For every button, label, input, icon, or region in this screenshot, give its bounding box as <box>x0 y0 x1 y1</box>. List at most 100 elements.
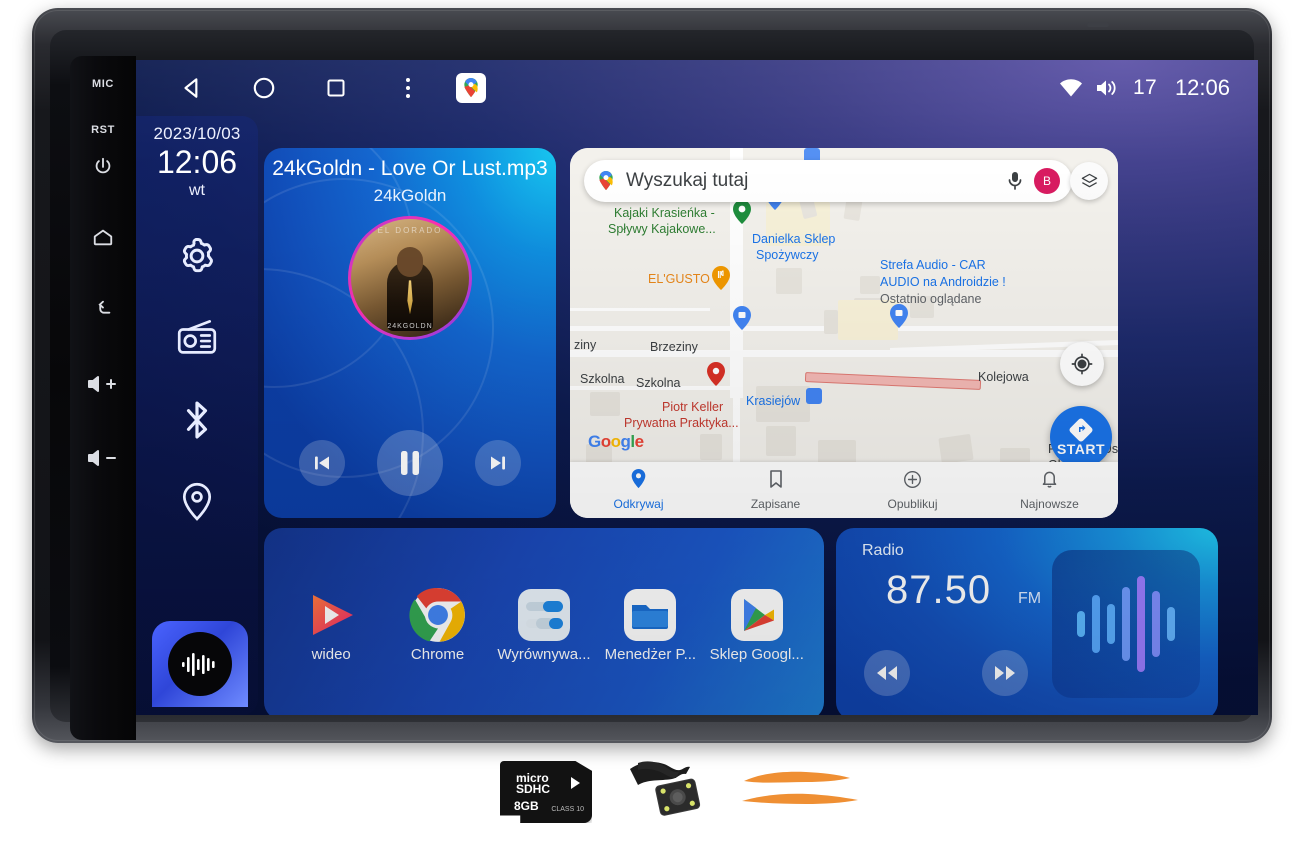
map-station-badge[interactable] <box>806 388 822 404</box>
dock-item-navigation[interactable] <box>171 476 223 528</box>
maps-shortcut-button[interactable] <box>456 73 486 103</box>
chrome-icon <box>407 584 469 646</box>
map-place-label[interactable]: EL'GUSTO <box>648 272 710 286</box>
map-my-location-button[interactable] <box>1060 342 1104 386</box>
volume-up-key[interactable] <box>70 374 136 394</box>
nav-back-button[interactable] <box>168 68 216 108</box>
map-nav-zapisane[interactable]: Zapisane <box>707 469 844 511</box>
map-place-label[interactable]: AUDIO na Androidzie ! <box>880 275 1006 289</box>
music-next-button[interactable] <box>475 440 521 486</box>
video-player-icon <box>300 584 362 646</box>
album-art: EL DORADO 24KGOLDN <box>351 219 469 337</box>
dock-item-radio[interactable] <box>171 312 223 364</box>
nav-home-button[interactable] <box>240 68 288 108</box>
map-place-label[interactable]: Krasiejów <box>746 394 800 408</box>
map-place-label[interactable]: Spożywczy <box>756 248 819 262</box>
map-place-label[interactable]: Szkolna <box>636 376 680 390</box>
radio-band: FM <box>1018 590 1042 607</box>
map-start-label: START <box>1056 441 1106 457</box>
app-shortcut-chrome[interactable]: Chrome <box>388 584 488 664</box>
bell-icon <box>1042 471 1057 488</box>
dock-music-button[interactable] <box>152 621 248 707</box>
radio-seek-down-button[interactable] <box>864 650 910 696</box>
app-shortcut-google-play[interactable]: Sklep Googl... <box>707 584 807 664</box>
home-key[interactable] <box>70 226 136 248</box>
map-place-label[interactable]: ziny <box>574 338 596 352</box>
map-nav-najnowsze[interactable]: Najnowsze <box>981 469 1118 511</box>
map-pin-green[interactable] <box>733 200 751 224</box>
fast-forward-icon <box>995 666 1015 680</box>
album-art-bottom-text: 24KGOLDN <box>387 322 433 330</box>
music-play-pause-button[interactable] <box>377 430 443 496</box>
rewind-icon <box>877 666 897 680</box>
map-pin-red[interactable] <box>707 362 725 386</box>
map-place-label[interactable]: Prywatna Praktyka... <box>624 416 739 430</box>
music-artist-name: 24kGoldn <box>373 186 447 205</box>
screenshot-root: MIC RST 17 12:06 2023/10/03 12:06 wt 24k… <box>0 0 1303 849</box>
map-building <box>938 433 974 465</box>
avatar[interactable]: B <box>1034 168 1060 194</box>
radio-seek-up-button[interactable] <box>982 650 1028 696</box>
map-building <box>700 434 722 460</box>
bookmark-icon <box>769 470 782 488</box>
skip-next-icon <box>491 456 505 470</box>
map-place-label[interactable]: Ostatnio oglądane <box>880 292 981 306</box>
dock-item-settings[interactable] <box>171 230 223 282</box>
android-nav-buttons <box>136 68 486 108</box>
dock-item-bluetooth[interactable] <box>171 394 223 446</box>
map-layers-button[interactable] <box>1070 162 1108 200</box>
app-shortcut-equalizer[interactable]: Wyrównywa... <box>494 584 594 664</box>
volume-down-key[interactable] <box>70 448 136 468</box>
music-previous-button[interactable] <box>299 440 345 486</box>
map-place-label[interactable]: Brzeziny <box>650 340 698 354</box>
map-place-label[interactable]: Spływy Kajakowe... <box>608 222 716 236</box>
audio-bar <box>1167 607 1175 641</box>
file-manager-icon <box>619 584 681 646</box>
dock-date: 2023/10/03 <box>153 124 241 143</box>
radio-card[interactable]: Radio 87.50 FM <box>836 528 1218 715</box>
device-bezel: MIC RST 17 12:06 2023/10/03 12:06 wt 24k… <box>50 30 1258 740</box>
map-place-label[interactable]: Piotr Keller <box>662 400 723 414</box>
google-maps-card[interactable]: Kajaki Krasieńka - Spływy Kajakowe... Dani… <box>570 148 1118 518</box>
map-start-navigation-button[interactable]: START <box>1050 406 1112 468</box>
radio-frequency: 87.50 <box>886 568 992 612</box>
map-pin-restaurant[interactable] <box>712 266 730 290</box>
dock-weekday: wt <box>189 181 205 199</box>
nav-overflow-button[interactable] <box>384 68 432 108</box>
map-pin-blue[interactable] <box>890 304 908 328</box>
volume-up-icon <box>88 376 116 392</box>
radio-title: Radio <box>862 542 904 559</box>
map-place-label[interactable]: Kajaki Krasieńka - <box>614 206 715 220</box>
sd-card-arrow-icon <box>571 777 580 789</box>
hardware-key-rail: MIC RST <box>70 56 136 740</box>
app-label: wideo <box>311 646 351 663</box>
map-search-input[interactable]: Wyszukaj tutaj <box>626 170 1006 192</box>
google-play-icon <box>726 584 788 646</box>
map-nav-label: Odkrywaj <box>613 497 664 511</box>
audio-bar <box>1092 595 1100 653</box>
power-key[interactable] <box>70 156 136 178</box>
sd-card-brand: micro SDHC <box>516 771 551 797</box>
map-pin-blue[interactable] <box>733 306 751 330</box>
map-place-label[interactable]: Kolejowa <box>978 370 1029 384</box>
back-key[interactable] <box>70 298 136 320</box>
map-nav-opublikuj[interactable]: Opublikuj <box>844 470 981 511</box>
home-icon <box>93 229 113 246</box>
map-place-label[interactable]: Strefa Audio - CAR <box>880 258 986 272</box>
map-nav-odkrywaj[interactable]: Odkrywaj <box>570 469 707 511</box>
reset-label: RST <box>91 124 115 136</box>
reversing-camera <box>624 759 708 825</box>
map-place-label[interactable]: Danielka Sklep <box>752 232 835 246</box>
map-search-bar[interactable]: Wyszukaj tutaj B <box>584 160 1072 202</box>
map-place-label[interactable]: Szkolna <box>580 372 624 386</box>
map-building <box>824 310 838 334</box>
nav-recents-button[interactable] <box>312 68 360 108</box>
microphone-icon[interactable] <box>1006 170 1024 192</box>
music-player-card[interactable]: 24kGoldn - Love Or Lust.mp3 24kGoldn EL … <box>264 148 556 518</box>
google-maps-icon <box>464 78 478 98</box>
app-shortcut-file-manager[interactable]: Menedżer P... <box>600 584 700 664</box>
plus-circle-icon <box>904 470 921 488</box>
audio-waveform-icon <box>168 632 232 696</box>
bundled-accessories: micro SDHC 8GB CLASS 10 <box>500 752 860 832</box>
app-shortcut-wideo[interactable]: wideo <box>281 584 381 664</box>
